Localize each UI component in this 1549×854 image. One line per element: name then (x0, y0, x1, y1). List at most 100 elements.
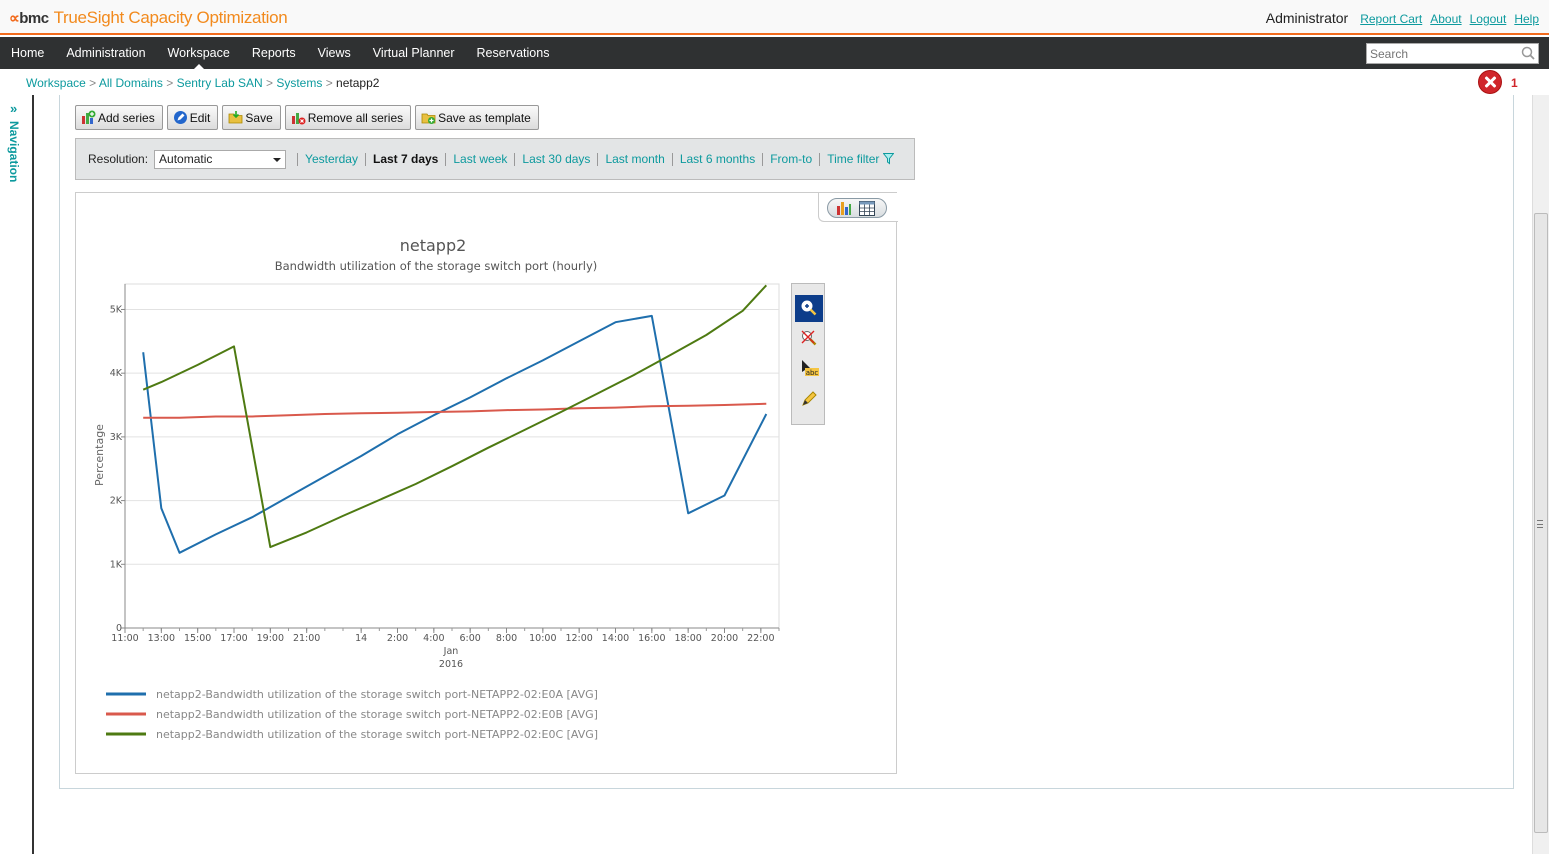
plot-area (124, 283, 780, 629)
vertical-scrollbar[interactable] (1532, 95, 1549, 854)
legend-label: netapp2-Bandwidth utilization of the sto… (156, 688, 598, 701)
dropdown-arrow-icon (273, 157, 282, 162)
scrollbar-grip-icon (1537, 520, 1543, 528)
breadcrumb-systems[interactable]: Systems (276, 76, 322, 90)
range-from-to[interactable]: From-to (770, 152, 812, 166)
x-tick-label: 15:00 (184, 633, 211, 644)
range-time-filter[interactable]: Time filter (827, 152, 879, 166)
x-tick-label: 6:00 (459, 633, 480, 644)
nav-views[interactable]: Views (307, 37, 362, 69)
navigation-label[interactable]: Navigation (7, 121, 21, 182)
nav-reports[interactable]: Reports (241, 37, 307, 69)
chart-toolbar: Add series Edit Save Remove all series S… (75, 105, 539, 130)
error-alert-icon[interactable] (1479, 71, 1501, 93)
report-cart-link[interactable]: Report Cart (1360, 12, 1422, 26)
filter-funnel-icon[interactable] (883, 153, 895, 165)
breadcrumb-current: netapp2 (336, 76, 380, 90)
edit-button[interactable]: Edit (166, 105, 219, 130)
nav-administration[interactable]: Administration (55, 37, 156, 69)
x-tick-label: 16:00 (638, 633, 665, 644)
logout-link[interactable]: Logout (1470, 12, 1507, 26)
bandwidth-chart: netapp2 Bandwidth utilization of the sto… (93, 236, 780, 741)
breadcrumb-all-domains[interactable]: All Domains (99, 76, 163, 90)
about-link[interactable]: About (1430, 12, 1461, 26)
search-input[interactable] (1367, 44, 1517, 63)
help-link[interactable]: Help (1514, 12, 1539, 26)
x-tick-label: 14 (355, 633, 367, 644)
nav-reservations[interactable]: Reservations (466, 37, 561, 69)
y-tick-label: 3K (110, 432, 123, 443)
save-folder-icon (228, 111, 243, 124)
table-view-icon[interactable] (859, 201, 875, 216)
range-last-30-days[interactable]: Last 30 days (522, 152, 590, 166)
x-tick-label: 11:00 (111, 633, 138, 644)
main-nav: Home Administration Workspace Reports Vi… (0, 37, 1549, 69)
user-name: Administrator (1265, 10, 1349, 26)
add-chart-icon (82, 110, 96, 124)
y-axis-label: Percentage (93, 424, 106, 486)
y-tick-label: 1K (110, 559, 123, 570)
x-tick-label: 12:00 (565, 633, 592, 644)
label-abc-icon[interactable]: abc (795, 355, 823, 382)
legend-label: netapp2-Bandwidth utilization of the sto… (156, 728, 598, 741)
x-tick-label: 10:00 (529, 633, 556, 644)
x-tick-label: 21:00 (293, 633, 320, 644)
range-last-7-days[interactable]: Last 7 days (373, 152, 438, 166)
add-series-button[interactable]: Add series (75, 105, 163, 130)
svg-text:abc: abc (806, 369, 819, 377)
logo[interactable]: ∝bmc TrueSight Capacity Optimization (9, 8, 288, 28)
search-box (1366, 43, 1539, 64)
chart-tools: abc (791, 283, 825, 425)
legend-label: netapp2-Bandwidth utilization of the sto… (156, 708, 598, 721)
y-tick-label: 5K (110, 304, 123, 315)
user-links: Administrator Report Cart About Logout H… (1266, 10, 1539, 26)
x-sublabel-year: 2016 (439, 659, 463, 670)
x-tick-label: 8:00 (496, 633, 517, 644)
remove-all-series-button[interactable]: Remove all series (284, 105, 412, 130)
x-tick-label: 17:00 (220, 633, 247, 644)
zoom-reset-icon[interactable] (795, 325, 823, 352)
view-toggle (818, 193, 898, 222)
x-tick-label: 2:00 (387, 633, 408, 644)
range-last-month[interactable]: Last month (605, 152, 664, 166)
x-tick-label: 20:00 (711, 633, 738, 644)
search-icon[interactable] (1521, 46, 1535, 60)
expand-chevron-icon[interactable]: » (10, 101, 17, 116)
pencil-icon[interactable] (795, 385, 823, 412)
chart-view-icon[interactable] (836, 201, 852, 216)
time-range-links: Yesterday Last 7 days Last week Last 30 … (290, 152, 895, 166)
range-yesterday[interactable]: Yesterday (305, 152, 358, 166)
nav-virtual-planner[interactable]: Virtual Planner (362, 37, 466, 69)
edit-icon (173, 111, 187, 124)
chart-subtitle: Bandwidth utilization of the storage swi… (275, 259, 598, 273)
x-tick-label: 4:00 (423, 633, 444, 644)
nav-home[interactable]: Home (0, 37, 55, 69)
x-sublabel-month: Jan (443, 646, 459, 657)
template-icon (421, 113, 436, 124)
range-last-6-months[interactable]: Last 6 months (680, 152, 755, 166)
x-tick-label: 22:00 (747, 633, 774, 644)
x-tick-label: 18:00 (674, 633, 701, 644)
nav-workspace[interactable]: Workspace (157, 37, 241, 69)
view-toggle-pill (827, 198, 887, 218)
resolution-label: Resolution: (88, 152, 149, 166)
navigation-panel-toggle[interactable]: » Navigation (0, 95, 34, 854)
alert-count[interactable]: 1 (1511, 76, 1518, 90)
breadcrumb-sentry-lab-san[interactable]: Sentry Lab SAN (177, 76, 263, 90)
range-last-week[interactable]: Last week (453, 152, 507, 166)
bmc-logo: ∝bmc (9, 10, 49, 27)
zoom-in-icon[interactable] (795, 295, 823, 322)
breadcrumb: Workspace > All Domains > Sentry Lab SAN… (26, 76, 380, 90)
save-as-template-button[interactable]: Save as template (415, 105, 539, 130)
y-tick-label: 4K (110, 368, 123, 379)
x-tick-label: 13:00 (148, 633, 175, 644)
time-filter-bar: Resolution: Automatic Yesterday Last 7 d… (75, 138, 915, 180)
chart-title: netapp2 (400, 236, 467, 255)
x-tick-label: 19:00 (257, 633, 284, 644)
breadcrumb-workspace[interactable]: Workspace (26, 76, 86, 90)
remove-chart-icon (291, 113, 306, 125)
save-button[interactable]: Save (222, 105, 281, 130)
x-tick-label: 14:00 (602, 633, 629, 644)
top-bar: ∝bmc TrueSight Capacity Optimization Adm… (0, 0, 1549, 35)
resolution-select[interactable]: Automatic (154, 149, 287, 169)
